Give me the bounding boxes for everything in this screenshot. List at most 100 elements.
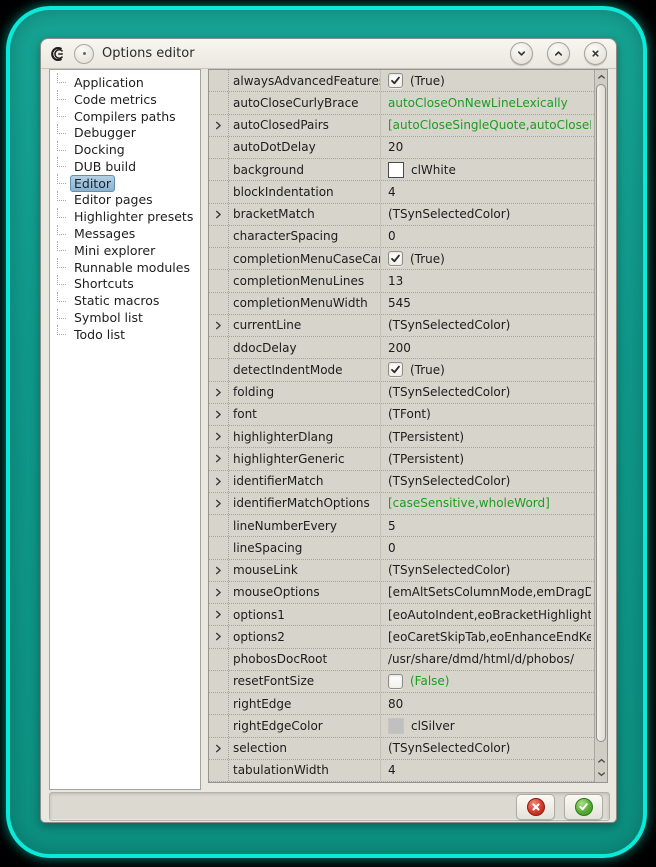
property-name[interactable]: tabulationWidth [229, 760, 381, 781]
property-name[interactable]: ddocDelay [229, 337, 381, 358]
property-name[interactable]: autoCloseCurlyBrace [229, 92, 381, 113]
property-value[interactable]: 20 [381, 137, 594, 158]
property-value[interactable]: [caseSensitive,wholeWord] [381, 493, 594, 514]
expand-arrow-icon[interactable] [215, 410, 222, 419]
expand-arrow-icon[interactable] [215, 499, 222, 508]
property-value[interactable]: 4 [381, 181, 594, 202]
sidebar-item-messages[interactable]: Messages [50, 225, 200, 242]
expand-arrow-icon[interactable] [215, 210, 222, 219]
property-name[interactable]: completionMenuCaseCare [229, 248, 381, 269]
property-value[interactable]: (TSynSelectedColor) [381, 471, 594, 492]
property-name[interactable]: resetFontSize [229, 671, 381, 692]
property-value[interactable]: /usr/share/dmd/html/d/phobos/ [381, 649, 594, 670]
sidebar-item-static-macros[interactable]: Static macros [50, 292, 200, 309]
property-value[interactable]: (TSynSelectedColor) [381, 560, 594, 581]
property-value[interactable]: (TPersistent) [381, 426, 594, 447]
sidebar-item-mini-explorer[interactable]: Mini explorer [50, 242, 200, 259]
sidebar-item-shortcuts[interactable]: Shortcuts [50, 276, 200, 293]
expand-arrow-icon[interactable] [215, 744, 222, 753]
property-value[interactable]: 4 [381, 760, 594, 781]
property-name[interactable]: lineSpacing [229, 537, 381, 558]
sidebar-item-code-metrics[interactable]: Code metrics [50, 91, 200, 108]
sidebar-item-runnable-modules[interactable]: Runnable modules [50, 259, 200, 276]
window-menu-button[interactable] [74, 44, 94, 64]
scroll-up-button-bottom[interactable] [595, 754, 607, 767]
property-name[interactable]: background [229, 159, 381, 180]
expand-arrow-icon[interactable] [215, 388, 222, 397]
property-value[interactable]: (TSynSelectedColor) [381, 382, 594, 403]
sidebar-item-todo-list[interactable]: Todo list [50, 326, 200, 343]
property-value[interactable]: 13 [381, 270, 594, 291]
sidebar-item-application[interactable]: Application [50, 74, 200, 91]
property-name[interactable]: options1 [229, 604, 381, 625]
property-name[interactable]: mouseOptions [229, 582, 381, 603]
sidebar-item-symbol-list[interactable]: Symbol list [50, 309, 200, 326]
property-value[interactable]: (TFont) [381, 404, 594, 425]
checkbox[interactable] [388, 251, 403, 266]
property-value[interactable]: (TSynSelectedColor) [381, 738, 594, 759]
expand-arrow-icon[interactable] [215, 477, 222, 486]
property-value[interactable]: (True) [381, 70, 594, 91]
property-name[interactable]: alwaysAdvancedFeatures [229, 70, 381, 91]
shade-button[interactable] [510, 42, 533, 65]
property-name[interactable]: identifierMatchOptions [229, 493, 381, 514]
close-button[interactable] [584, 42, 607, 65]
property-name[interactable]: characterSpacing [229, 226, 381, 247]
property-name[interactable]: detectIndentMode [229, 359, 381, 380]
property-value[interactable]: clSilver [381, 715, 594, 736]
property-value[interactable]: [eoAutoIndent,eoBracketHighlight [381, 604, 594, 625]
property-value[interactable]: 545 [381, 293, 594, 314]
sidebar-item-dub-build[interactable]: DUB build [50, 158, 200, 175]
sidebar-item-editor[interactable]: Editor [50, 175, 200, 192]
property-value[interactable]: (TPersistent) [381, 448, 594, 469]
property-name[interactable]: highlighterGeneric [229, 448, 381, 469]
property-name[interactable]: folding [229, 382, 381, 403]
property-value[interactable]: [autoCloseSingleQuote,autoCloseD [381, 115, 594, 136]
checkbox[interactable] [388, 674, 403, 689]
property-name[interactable]: completionMenuLines [229, 270, 381, 291]
property-name[interactable]: selection [229, 738, 381, 759]
expand-arrow-icon[interactable] [215, 588, 222, 597]
sidebar-item-highlighter-presets[interactable]: Highlighter presets [50, 208, 200, 225]
property-name[interactable]: font [229, 404, 381, 425]
property-name[interactable]: highlighterDlang [229, 426, 381, 447]
property-value[interactable]: (TSynSelectedColor) [381, 204, 594, 225]
property-value[interactable]: (False) [381, 671, 594, 692]
property-value[interactable]: [emAltSetsColumnMode,emDragDr [381, 582, 594, 603]
property-name[interactable]: bracketMatch [229, 204, 381, 225]
property-value[interactable]: [eoCaretSkipTab,eoEnhanceEndKe [381, 626, 594, 647]
scroll-up-button[interactable] [595, 70, 607, 83]
sidebar-item-docking[interactable]: Docking [50, 141, 200, 158]
sidebar-item-compilers-paths[interactable]: Compilers paths [50, 108, 200, 125]
property-value[interactable]: clWhite [381, 159, 594, 180]
property-name[interactable]: autoClosedPairs [229, 115, 381, 136]
property-value[interactable]: 0 [381, 537, 594, 558]
sidebar-item-debugger[interactable]: Debugger [50, 124, 200, 141]
expand-arrow-icon[interactable] [215, 454, 222, 463]
property-name[interactable]: rightEdge [229, 693, 381, 714]
property-name[interactable]: identifierMatch [229, 471, 381, 492]
property-value[interactable]: (True) [381, 248, 594, 269]
cancel-button[interactable] [516, 794, 555, 820]
property-value[interactable]: autoCloseOnNewLineLexically [381, 92, 594, 113]
property-grid[interactable]: alwaysAdvancedFeatures(True)autoCloseCur… [208, 69, 608, 783]
unshade-button[interactable] [547, 42, 570, 65]
property-name[interactable]: autoDotDelay [229, 137, 381, 158]
scroll-down-button[interactable] [595, 767, 607, 780]
property-name[interactable]: blockIndentation [229, 181, 381, 202]
property-name[interactable]: rightEdgeColor [229, 715, 381, 736]
expand-arrow-icon[interactable] [215, 321, 222, 330]
titlebar[interactable]: Options editor [41, 39, 616, 69]
property-name[interactable]: completionMenuWidth [229, 293, 381, 314]
property-value[interactable]: 5 [381, 515, 594, 536]
checkbox[interactable] [388, 73, 403, 88]
property-name[interactable]: lineNumberEvery [229, 515, 381, 536]
property-value[interactable]: (True) [381, 359, 594, 380]
scrollbar-thumb[interactable] [596, 84, 606, 742]
sidebar-item-editor-pages[interactable]: Editor pages [50, 192, 200, 209]
property-name[interactable]: options2 [229, 626, 381, 647]
category-tree[interactable]: ApplicationCode metricsCompilers pathsDe… [49, 69, 201, 790]
expand-arrow-icon[interactable] [215, 632, 222, 641]
accept-button[interactable] [564, 794, 603, 820]
vertical-scrollbar[interactable] [594, 70, 607, 782]
